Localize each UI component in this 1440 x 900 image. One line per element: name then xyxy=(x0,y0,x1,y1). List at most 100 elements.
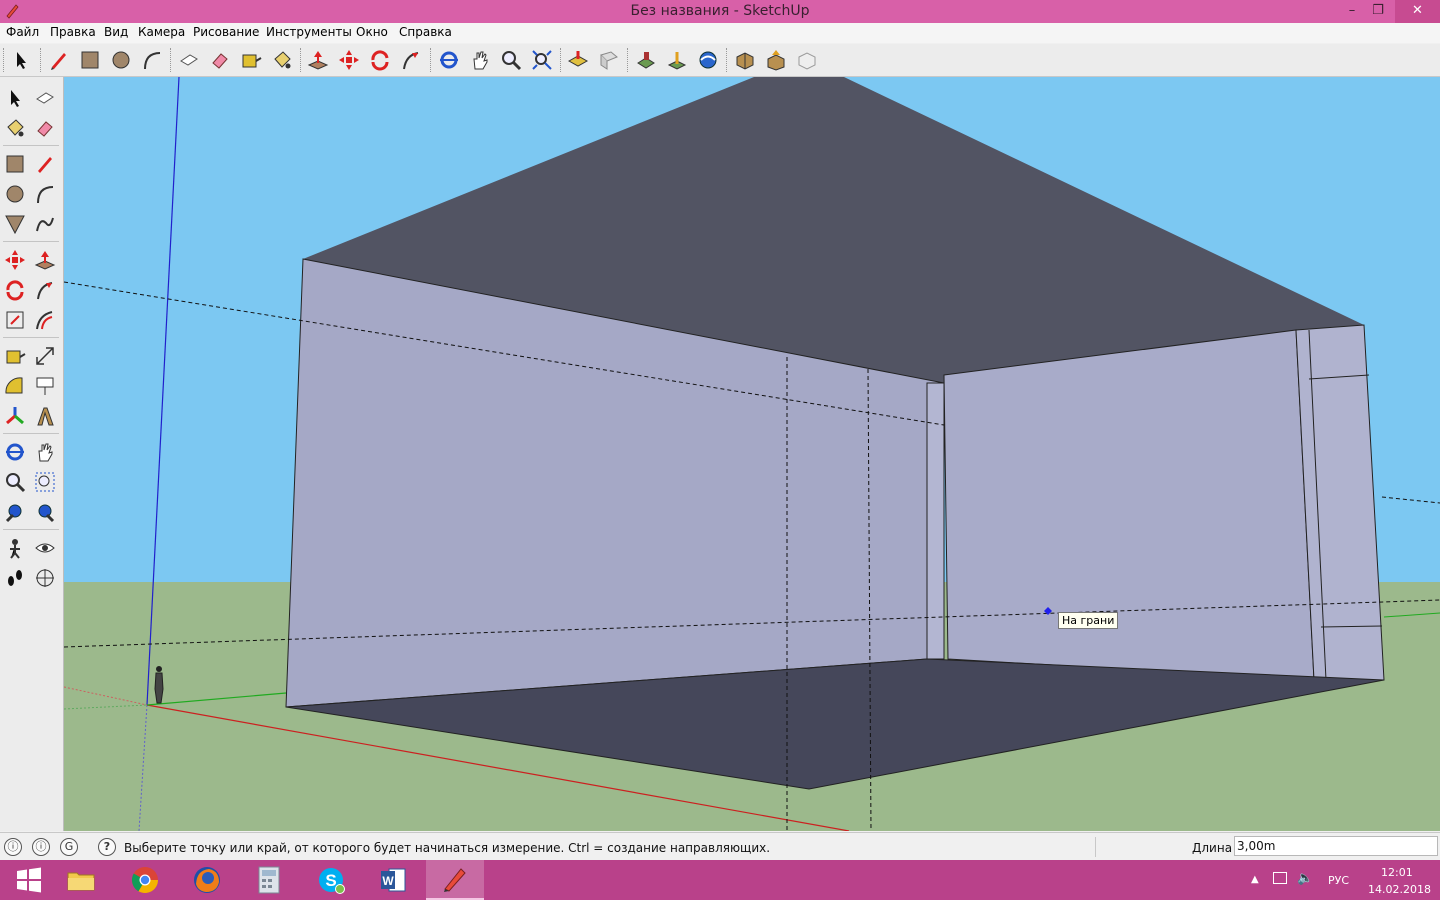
word-icon[interactable]: W xyxy=(364,860,422,900)
network-icon[interactable] xyxy=(1273,872,1287,884)
push-pull-icon[interactable] xyxy=(32,247,58,273)
offset-icon[interactable] xyxy=(32,307,58,333)
freehand-icon[interactable] xyxy=(32,211,58,237)
select-icon[interactable] xyxy=(8,47,34,73)
rectangle-icon[interactable] xyxy=(2,151,28,177)
right-wall-face xyxy=(943,329,1315,681)
firefox-icon[interactable] xyxy=(178,860,236,900)
menu-view[interactable]: Вид xyxy=(104,25,128,39)
follow-me-icon[interactable] xyxy=(398,47,424,73)
clock-time[interactable]: 12:01 xyxy=(1381,866,1413,879)
status-text: Выберите точку или край, от которого буд… xyxy=(124,841,771,855)
tape-measure-icon[interactable] xyxy=(2,343,28,369)
volume-icon[interactable]: 🔈 xyxy=(1297,871,1313,886)
file-explorer-icon[interactable] xyxy=(52,860,110,900)
follow-me-icon[interactable] xyxy=(32,277,58,303)
toolbar-grip[interactable] xyxy=(3,48,7,72)
arc-icon[interactable] xyxy=(139,47,165,73)
move-icon[interactable] xyxy=(336,47,362,73)
preview-earth-icon[interactable] xyxy=(695,47,721,73)
menu-edit[interactable]: Правка xyxy=(50,25,96,39)
menu-file[interactable]: Файл xyxy=(6,25,39,39)
menu-help[interactable]: Справка xyxy=(399,25,452,39)
circle-icon[interactable] xyxy=(108,47,134,73)
skype-icon[interactable]: S xyxy=(302,860,360,900)
paint-bucket-icon[interactable] xyxy=(269,47,295,73)
zoom-icon[interactable] xyxy=(2,469,28,495)
polygon-icon[interactable] xyxy=(2,211,28,237)
warehouse-component-icon[interactable] xyxy=(633,47,659,73)
credits-icon[interactable]: ⓘ xyxy=(32,838,50,856)
toolbar-grip xyxy=(430,48,434,72)
upload-icon[interactable] xyxy=(763,47,789,73)
paint-bucket-icon[interactable] xyxy=(2,115,28,141)
arc-icon[interactable] xyxy=(32,181,58,207)
section-plane-icon[interactable] xyxy=(32,565,58,591)
drawing-viewport[interactable]: На грани xyxy=(64,77,1440,831)
share-model-icon[interactable] xyxy=(596,47,622,73)
orbit-icon[interactable] xyxy=(436,47,462,73)
tray-expand-icon[interactable]: ▲ xyxy=(1251,874,1259,885)
zoom-extents-icon[interactable] xyxy=(529,47,555,73)
toolbar-grip xyxy=(170,48,174,72)
menu-camera[interactable]: Камера xyxy=(138,25,185,39)
calculator-icon[interactable] xyxy=(240,860,298,900)
dimension-icon[interactable] xyxy=(32,343,58,369)
make-component-icon[interactable] xyxy=(32,85,58,111)
title-bar: Без названия - SketchUp – ❐ ✕ xyxy=(0,0,1440,23)
taskbar: S W ▲ 🔈 РУС 12:01 14.02.2018 xyxy=(0,860,1440,900)
3d-text-icon[interactable] xyxy=(32,403,58,429)
scale-icon[interactable] xyxy=(2,307,28,333)
protractor-icon[interactable] xyxy=(2,373,28,399)
pan-icon[interactable] xyxy=(467,47,493,73)
status-divider xyxy=(1095,837,1096,857)
circle-icon[interactable] xyxy=(2,181,28,207)
pan-icon[interactable] xyxy=(32,439,58,465)
extension-warehouse-icon[interactable] xyxy=(794,47,820,73)
palette-separator xyxy=(3,529,59,530)
eraser-icon[interactable] xyxy=(32,115,58,141)
get-models-icon[interactable] xyxy=(565,47,591,73)
axes-icon[interactable] xyxy=(2,403,28,429)
toolbar-grip xyxy=(300,48,304,72)
add-location-icon[interactable] xyxy=(664,47,690,73)
tape-measure-icon[interactable] xyxy=(238,47,264,73)
zoom-window-icon[interactable] xyxy=(32,469,58,495)
previous-view-icon[interactable] xyxy=(2,499,28,525)
zoom-extents-icon[interactable] xyxy=(32,499,58,525)
pencil-icon[interactable] xyxy=(46,47,72,73)
clock-date[interactable]: 14.02.2018 xyxy=(1368,883,1431,896)
zoom-icon[interactable] xyxy=(498,47,524,73)
user-account-icon[interactable]: G xyxy=(60,838,78,856)
rotate-icon[interactable] xyxy=(2,277,28,303)
look-around-icon[interactable] xyxy=(32,535,58,561)
orbit-icon[interactable] xyxy=(2,439,28,465)
make-component-icon[interactable] xyxy=(176,47,202,73)
rotate-icon[interactable] xyxy=(367,47,393,73)
menu-window[interactable]: Окно xyxy=(356,25,388,39)
rectangle-icon[interactable] xyxy=(77,47,103,73)
position-camera-icon[interactable] xyxy=(2,535,28,561)
windows-start-icon[interactable] xyxy=(0,860,58,900)
text-icon[interactable] xyxy=(32,373,58,399)
geolocation-icon[interactable]: ⓘ xyxy=(4,838,22,856)
language-indicator[interactable]: РУС xyxy=(1328,874,1349,887)
sketchup-icon[interactable] xyxy=(426,860,484,900)
close-button[interactable]: ✕ xyxy=(1395,0,1440,23)
model-scene[interactable] xyxy=(64,77,1440,831)
help-icon[interactable]: ? xyxy=(98,838,116,856)
move-icon[interactable] xyxy=(2,247,28,273)
chrome-icon[interactable] xyxy=(116,860,174,900)
toolbar-grip xyxy=(40,48,44,72)
restore-button[interactable]: ❐ xyxy=(1362,0,1394,23)
get-extensions-icon[interactable] xyxy=(732,47,758,73)
select-icon[interactable] xyxy=(2,85,28,111)
eraser-icon[interactable] xyxy=(207,47,233,73)
measurement-input[interactable]: 3,00m xyxy=(1234,836,1438,856)
push-pull-icon[interactable] xyxy=(305,47,331,73)
menu-tools[interactable]: Инструменты xyxy=(266,25,352,39)
walk-icon[interactable] xyxy=(2,565,28,591)
menu-bar: Файл Правка Вид Камера Рисование Инструм… xyxy=(0,23,1440,43)
menu-draw[interactable]: Рисование xyxy=(193,25,259,39)
line-icon[interactable] xyxy=(32,151,58,177)
